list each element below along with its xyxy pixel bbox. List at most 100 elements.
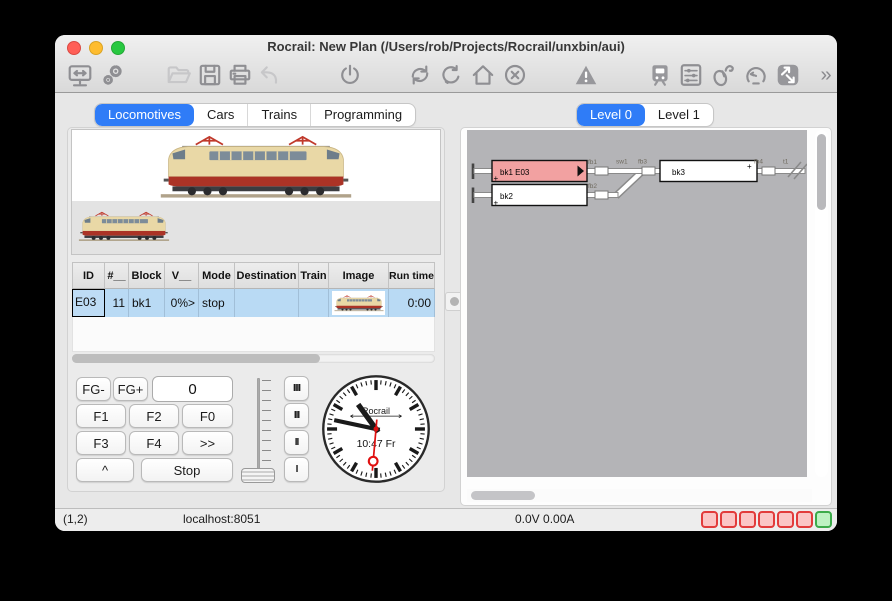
toolbar-overflow-button[interactable]: » bbox=[812, 61, 837, 89]
svg-text:fb4: fb4 bbox=[754, 159, 763, 166]
f4-button[interactable]: F4 bbox=[129, 431, 179, 455]
tab-level-1[interactable]: Level 1 bbox=[645, 104, 713, 126]
direction-button[interactable]: ^ bbox=[76, 458, 134, 482]
tab-trains[interactable]: Trains bbox=[248, 104, 311, 126]
cell-destination bbox=[235, 289, 299, 317]
speedometer-icon[interactable] bbox=[742, 61, 770, 89]
table-horizontal-scrollbar[interactable] bbox=[72, 354, 435, 363]
mouse-throttle-icon[interactable] bbox=[709, 61, 737, 89]
svg-text:bk1 E03: bk1 E03 bbox=[500, 168, 530, 177]
col-train[interactable]: Train bbox=[299, 262, 329, 289]
loco-table-header: ID #__ Block V__ Mode Destination Train … bbox=[72, 262, 435, 289]
col-mode[interactable]: Mode bbox=[199, 262, 235, 289]
save-icon[interactable] bbox=[196, 61, 224, 89]
f0-button[interactable]: F0 bbox=[182, 404, 233, 428]
sync-icon[interactable] bbox=[406, 61, 434, 89]
cell-mode: stop bbox=[199, 289, 235, 317]
col-block[interactable]: Block bbox=[129, 262, 165, 289]
col-id[interactable]: ID bbox=[72, 262, 105, 289]
scrollbar-thumb[interactable] bbox=[72, 354, 320, 363]
undo-icon[interactable] bbox=[256, 61, 284, 89]
loco-table: ID #__ Block V__ Mode Destination Train … bbox=[72, 262, 435, 317]
routes-icon[interactable] bbox=[774, 61, 802, 89]
block-bk2[interactable]: bk2 + bbox=[492, 185, 587, 208]
tab-programming[interactable]: Programming bbox=[311, 104, 415, 126]
stop-button[interactable]: Stop bbox=[141, 458, 233, 482]
f1-button[interactable]: F1 bbox=[76, 404, 126, 428]
fg-plus-button[interactable]: FG+ bbox=[113, 377, 148, 401]
loco-image-strip[interactable] bbox=[71, 201, 441, 255]
reset-icon[interactable] bbox=[437, 61, 465, 89]
power-icon[interactable] bbox=[336, 61, 364, 89]
fast-clock: Rocrail 10:47 Fr bbox=[319, 372, 433, 486]
server-host: localhost:8051 bbox=[183, 512, 260, 526]
settings-gears-icon[interactable] bbox=[99, 61, 127, 89]
brake-step-1-button[interactable]: I bbox=[284, 457, 309, 482]
tab-cars[interactable]: Cars bbox=[194, 104, 248, 126]
col-runtime[interactable]: Run time bbox=[389, 262, 435, 289]
warning-icon[interactable] bbox=[572, 61, 600, 89]
col-destination[interactable]: Destination bbox=[235, 262, 299, 289]
clock-digital-time: 10:47 Fr bbox=[357, 439, 396, 450]
brake-step-2-button[interactable]: II bbox=[284, 430, 309, 455]
col-v[interactable]: V__ bbox=[165, 262, 199, 289]
titlebar[interactable]: Rocrail: New Plan (/Users/rob/Projects/R… bbox=[55, 35, 837, 58]
table-empty-area bbox=[72, 317, 435, 352]
speed-slider-thumb[interactable] bbox=[241, 468, 275, 483]
scrollbar-thumb[interactable] bbox=[471, 491, 535, 500]
sensor-indicator-off bbox=[720, 511, 737, 528]
cell-addr: 11 bbox=[105, 289, 129, 317]
left-tab-group: Locomotives Cars Trains Programming bbox=[95, 104, 415, 126]
properties-sliders-icon[interactable] bbox=[677, 61, 705, 89]
print-icon[interactable] bbox=[226, 61, 254, 89]
svg-text:fb3: fb3 bbox=[638, 159, 647, 166]
sensor-indicator-on bbox=[815, 511, 832, 528]
cell-block: bk1 bbox=[129, 289, 165, 317]
loco-image-large bbox=[71, 129, 441, 203]
speed-display[interactable]: 0 bbox=[152, 376, 233, 402]
locomotives-panel: ID #__ Block V__ Mode Destination Train … bbox=[67, 127, 445, 492]
tab-level-0[interactable]: Level 0 bbox=[577, 104, 645, 126]
col-image[interactable]: Image bbox=[329, 262, 389, 289]
plan-horizontal-scrollbar[interactable] bbox=[467, 489, 812, 502]
svg-text:fb2: fb2 bbox=[588, 183, 597, 190]
table-row[interactable]: E03 11 bk1 0%> stop 0:00 bbox=[72, 289, 435, 317]
fg-minus-button[interactable]: FG- bbox=[76, 377, 111, 401]
cell-runtime: 0:00 bbox=[389, 289, 435, 317]
brake-step-4-button[interactable]: IIII bbox=[284, 376, 309, 401]
switch-sw1[interactable] bbox=[616, 172, 642, 197]
speed-slider-track[interactable] bbox=[257, 378, 260, 476]
level-tab-group: Level 0 Level 1 bbox=[577, 104, 713, 126]
fn-shift-button[interactable]: >> bbox=[182, 431, 233, 455]
toolbar: » bbox=[55, 58, 837, 92]
workspace-icon[interactable] bbox=[66, 61, 94, 89]
cursor-position: (1,2) bbox=[63, 512, 88, 526]
col-addr[interactable]: #__ bbox=[105, 262, 129, 289]
train-icon[interactable] bbox=[646, 61, 674, 89]
svg-text:bk3: bk3 bbox=[672, 168, 685, 177]
statusbar: (1,2) localhost:8051 0.0V 0.00A bbox=[55, 508, 837, 531]
app-window: Rocrail: New Plan (/Users/rob/Projects/R… bbox=[55, 35, 837, 531]
home-icon[interactable] bbox=[469, 61, 497, 89]
svg-text:bk2: bk2 bbox=[500, 192, 513, 201]
cell-id: E03 bbox=[72, 289, 105, 317]
plan-vertical-scrollbar[interactable] bbox=[815, 130, 828, 477]
brake-step-3-button[interactable]: III bbox=[284, 403, 309, 428]
f2-button[interactable]: F2 bbox=[129, 404, 179, 428]
open-folder-icon[interactable] bbox=[165, 61, 193, 89]
block-bk3[interactable]: bk3 + bbox=[660, 161, 757, 182]
block-bk1[interactable]: bk1 E03 + bbox=[492, 161, 587, 184]
track-plan-canvas[interactable]: bk1 E03 + fb1 sw1 fb3 bbox=[467, 130, 807, 477]
svg-text:t1: t1 bbox=[783, 159, 789, 166]
f3-button[interactable]: F3 bbox=[76, 431, 126, 455]
sensor-indicator-off bbox=[701, 511, 718, 528]
svg-text:fb1: fb1 bbox=[588, 159, 597, 166]
block-plus-marker: + bbox=[494, 174, 499, 183]
cancel-icon[interactable] bbox=[501, 61, 529, 89]
scrollbar-thumb[interactable] bbox=[817, 134, 826, 210]
tab-locomotives[interactable]: Locomotives bbox=[95, 104, 194, 126]
content-area: Locomotives Cars Trains Programming Leve… bbox=[55, 93, 837, 509]
sensor-indicator-off bbox=[739, 511, 756, 528]
block-plus-marker: + bbox=[747, 162, 752, 171]
switch-label: sw1 bbox=[616, 159, 628, 166]
